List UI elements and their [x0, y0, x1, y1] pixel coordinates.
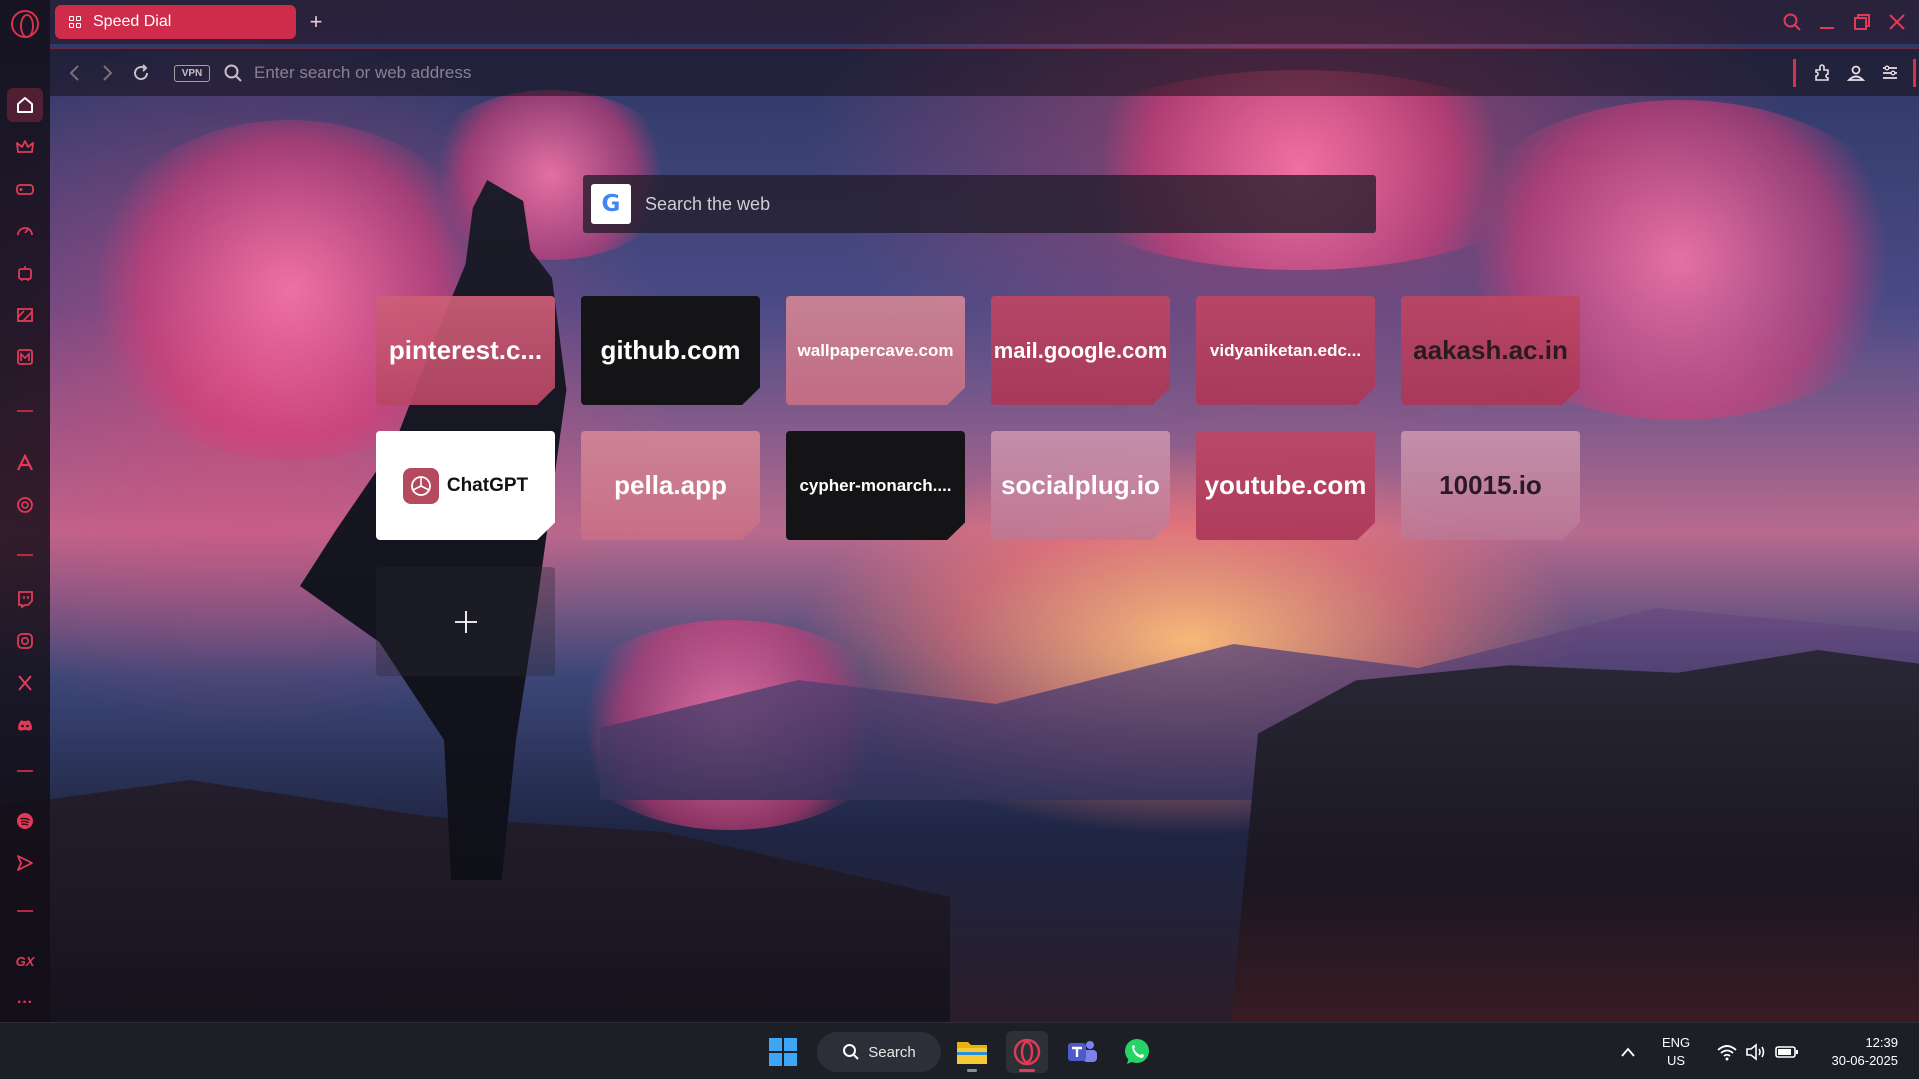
speed-dial-youtube[interactable]: youtube.com: [1196, 431, 1375, 540]
chatgpt-logo-icon: [402, 467, 439, 504]
speed-dial-label: cypher-monarch....: [799, 475, 952, 495]
address-input[interactable]: [254, 61, 1154, 85]
tray-overflow-icon[interactable]: [1620, 1023, 1636, 1079]
speed-dial-gmail[interactable]: mail.google.com: [991, 296, 1170, 405]
crown-icon[interactable]: [7, 130, 43, 164]
address-bar-divider: [1793, 59, 1796, 87]
taskbar-search-button[interactable]: Search: [817, 1032, 941, 1072]
file-explorer-icon[interactable]: [951, 1031, 993, 1073]
back-icon[interactable]: [62, 59, 88, 87]
clock-time: 12:39: [1865, 1034, 1898, 1050]
home-icon[interactable]: [7, 88, 43, 122]
wifi-icon[interactable]: [1716, 1023, 1738, 1079]
web-search-box[interactable]: G: [583, 175, 1376, 233]
volume-icon[interactable]: [1745, 1023, 1767, 1079]
opera-logo-icon[interactable]: [11, 10, 39, 38]
speed-dial-chatgpt[interactable]: ChatGPT: [376, 431, 555, 540]
sidebar-separator: [17, 410, 33, 412]
plus-icon: [454, 610, 477, 633]
battery-icon[interactable]: [1775, 1023, 1799, 1079]
tab-strip: Speed Dial +: [50, 0, 1919, 44]
grid-icon: [69, 16, 81, 28]
speed-dial-pella[interactable]: pella.app: [581, 431, 760, 540]
spotify-icon[interactable]: [7, 804, 43, 838]
speed-dial-10015[interactable]: 10015.io: [1401, 431, 1580, 540]
whatsapp-icon[interactable]: [1116, 1031, 1158, 1073]
clock[interactable]: 12:39 30-06-2025: [1818, 1023, 1899, 1079]
address-bar: VPN: [50, 48, 1919, 96]
speed-dial-wallpapercave[interactable]: wallpapercave.com: [786, 296, 965, 405]
tab-label: Speed Dial: [93, 13, 172, 30]
speed-dial-label: mail.google.com: [993, 337, 1168, 363]
gamepad-icon[interactable]: [7, 172, 43, 206]
opera-gx-taskbar-icon[interactable]: [1006, 1031, 1048, 1073]
sidebar-separator: [17, 770, 33, 772]
send-icon[interactable]: [7, 846, 43, 880]
speed-dial-label: youtube.com: [1204, 470, 1367, 500]
instagram-icon[interactable]: [7, 624, 43, 658]
easy-setup-icon[interactable]: [1875, 59, 1905, 87]
sidebar: GX ···: [0, 0, 50, 1022]
taskbar: Search ENG US 12:39 30-06-2025: [0, 1022, 1919, 1079]
gx-icon[interactable]: GX: [7, 944, 43, 978]
forward-icon[interactable]: [94, 59, 120, 87]
speedometer-icon[interactable]: [7, 214, 43, 248]
extensions-icon[interactable]: [1807, 59, 1837, 87]
windows-start-icon[interactable]: [762, 1031, 804, 1073]
vpn-badge[interactable]: VPN: [174, 65, 210, 82]
discord-icon[interactable]: [7, 708, 43, 742]
taskbar-search-label: Search: [868, 1043, 916, 1061]
aria-icon[interactable]: [7, 446, 43, 480]
new-tab-button[interactable]: +: [302, 8, 330, 36]
search-icon: [221, 61, 245, 85]
add-speed-dial-button[interactable]: [376, 567, 555, 676]
speed-dial-aakash[interactable]: aakash.ac.in: [1401, 296, 1580, 405]
profile-icon[interactable]: [1841, 59, 1871, 87]
running-indicator: [1019, 1069, 1035, 1072]
speed-dial-label: 10015.io: [1439, 470, 1542, 500]
speed-dial-socialplug[interactable]: socialplug.io: [991, 431, 1170, 540]
speed-dial-pinterest[interactable]: pinterest.c...: [376, 296, 555, 405]
wallpaper-cliff: [1230, 650, 1919, 1022]
maker-icon[interactable]: [7, 340, 43, 374]
search-tabs-icon[interactable]: [1777, 8, 1807, 36]
restore-icon[interactable]: [1847, 8, 1877, 36]
speed-dial-github[interactable]: github.com: [581, 296, 760, 405]
reload-icon[interactable]: [128, 59, 154, 87]
twitch-icon[interactable]: [7, 582, 43, 616]
address-bar-divider: [1913, 59, 1916, 87]
speed-dial-cypher-monarch[interactable]: cypher-monarch....: [786, 431, 965, 540]
minimize-icon[interactable]: [1812, 8, 1842, 36]
running-indicator: [967, 1069, 977, 1072]
language-indicator[interactable]: ENG US: [1662, 1023, 1690, 1079]
more-icon[interactable]: ···: [7, 986, 43, 1020]
speed-dial-label: pella.app: [614, 470, 727, 500]
teams-icon[interactable]: [1061, 1031, 1103, 1073]
speed-dial-vidyaniketan[interactable]: vidyaniketan.edc...: [1196, 296, 1375, 405]
speed-dial-label: vidyaniketan.edc...: [1209, 340, 1362, 360]
speed-dial-label: aakash.ac.in: [1413, 335, 1568, 365]
ticker-icon[interactable]: [7, 298, 43, 332]
tab-speed-dial[interactable]: Speed Dial: [55, 5, 296, 39]
speed-dial-label: ChatGPT: [446, 474, 529, 496]
web-search-input[interactable]: [645, 189, 1376, 219]
speed-dial-label: wallpapercave.com: [797, 340, 954, 360]
sidebar-separator: [17, 910, 33, 912]
bot-icon[interactable]: [7, 256, 43, 290]
speed-dial-label: socialplug.io: [1001, 470, 1160, 500]
speed-dial-label: github.com: [600, 335, 741, 365]
search-icon: [843, 1044, 859, 1060]
region-code: US: [1667, 1052, 1686, 1068]
clock-date: 30-06-2025: [1831, 1052, 1899, 1068]
x-icon[interactable]: [7, 666, 43, 700]
chatgpt-icon[interactable]: [7, 488, 43, 522]
google-logo-icon: G: [591, 184, 631, 224]
close-icon[interactable]: [1882, 8, 1912, 36]
sidebar-separator: [17, 554, 33, 556]
language-code: ENG: [1662, 1034, 1691, 1050]
speed-dial-label: pinterest.c...: [388, 335, 543, 365]
